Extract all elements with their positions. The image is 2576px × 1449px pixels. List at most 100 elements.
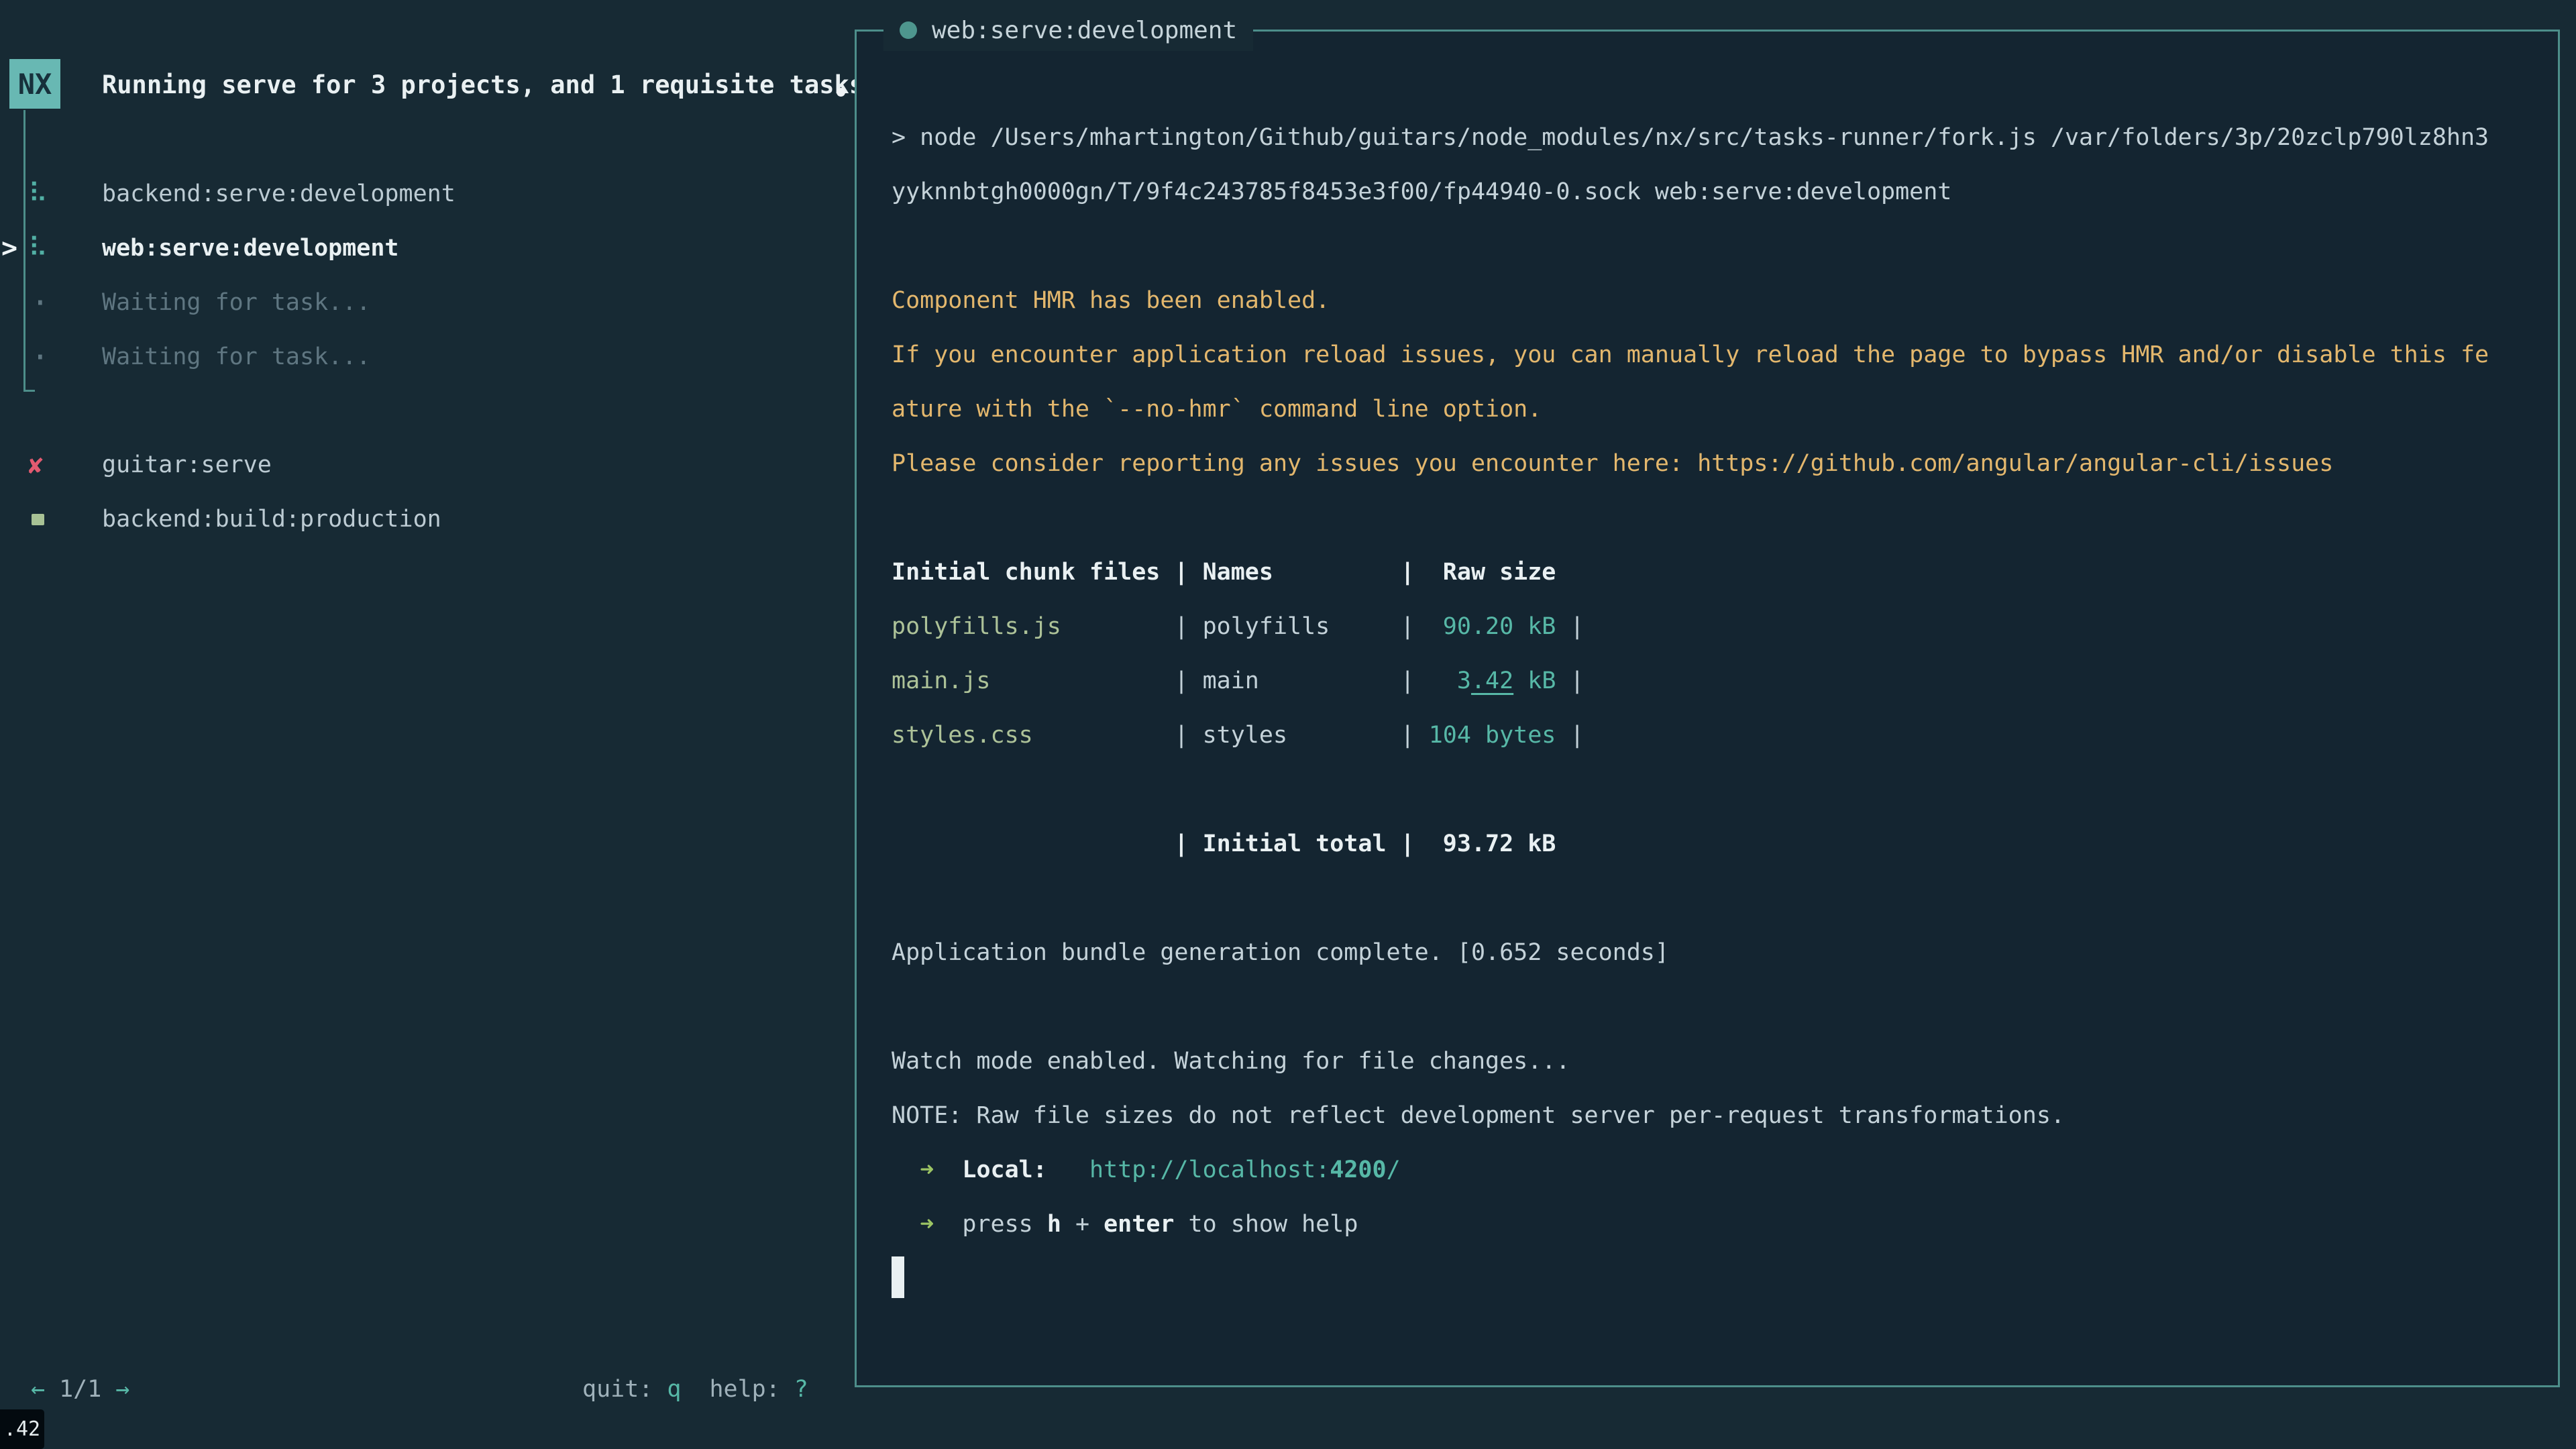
terminal-cursor [892,1256,904,1298]
task-row-backend-build-production[interactable]: backend:build:production [0,492,832,547]
terminal-line: Initial chunk files | Names | Raw size [892,545,2551,600]
text-segment: polyfills.js [892,613,1174,640]
terminal-line [892,491,2551,545]
text-segment: to show help [1174,1211,1358,1238]
text-segment: Local: [962,1157,1046,1183]
next-page-arrow-icon[interactable]: → [115,1376,129,1403]
text-segment: NOTE: Raw file sizes do not reflect deve… [892,1102,2065,1129]
task-label: backend:serve:development [102,167,455,221]
task-group-bracket-foot [23,390,35,392]
text-segment: 3 [1429,667,1471,694]
task-label: Waiting for task... [102,330,370,384]
task-label: backend:build:production [102,492,441,547]
text-segment: | [1556,722,1584,749]
output-panel: web:serve:development > node /Users/mhar… [855,30,2560,1387]
text-segment: Application bundle generation complete. … [892,939,1669,966]
text-segment: ➜ [920,1157,934,1183]
terminal-line: Application bundle generation complete. … [892,926,2551,980]
text-segment: Watch mode enabled. Watching for file ch… [892,1048,1570,1075]
prev-page-arrow-icon[interactable]: ← [31,1376,45,1403]
task-row-waiting-for-task-[interactable]: · Waiting for task... [0,330,832,384]
cross-icon: ✘ [28,438,43,492]
terminal-line: yyknnbtgh0000gn/T/9f4c243785f8453e3f00/f… [892,165,2551,219]
terminal-line: If you encounter application reload issu… [892,328,2551,382]
run-summary-title: Running serve for 3 projects, and 1 requ… [102,65,894,105]
terminal-line: | Initial total | 93.72 kB [892,817,2551,871]
task-label: Waiting for task... [102,276,370,330]
task-list-other: ✘ guitar:servebackend:build:production [0,438,832,547]
panel-output: > node /Users/mhartington/Github/guitars… [892,111,2551,1306]
pagination: ← 1/1 → [31,1362,129,1416]
dot-icon: · [31,276,50,330]
text-segment: 104 bytes [1429,722,1556,749]
terminal-line: NOTE: Raw file sizes do not reflect deve… [892,1089,2551,1143]
text-segment [934,1157,962,1183]
text-segment [892,1157,920,1183]
text-segment [1047,1157,1089,1183]
terminal-line [892,871,2551,926]
terminal-line [892,219,2551,274]
task-label: web:serve:development [102,221,399,276]
text-segment: | polyfills | [1174,613,1428,640]
task-list-running: ⠧ backend:serve:development >⠧ web:serve:de… [0,167,832,384]
local-url-slash[interactable]: / [1387,1157,1401,1183]
text-segment: kB [1513,667,1556,694]
text-segment: | main | [1174,667,1428,694]
task-row-guitar-serve[interactable]: ✘ guitar:serve [0,438,832,492]
keyboard-shortcuts: quit: q help: ? [582,1362,808,1416]
panel-title-text: web:serve:development [932,17,1237,44]
panel-title: web:serve:development [883,9,1253,51]
text-segment: press [934,1211,1047,1238]
text-segment: main.js [892,667,1174,694]
quit-label: quit: [582,1376,653,1403]
task-status-dot-icon [900,21,917,39]
terminal-line: Component HMR has been enabled. [892,274,2551,328]
text-segment: If you encounter application reload issu… [892,341,2489,368]
text-segment: Initial chunk files | Names | Raw size [892,559,1556,586]
text-segment: > node /Users/mhartington/Github/guitars… [892,124,2489,151]
terminal-line: Watch mode enabled. Watching for file ch… [892,1034,2551,1089]
terminal-line: main.js | main | 3.42 kB | [892,654,2551,708]
terminal-line [892,980,2551,1034]
text-segment: h [1047,1211,1061,1238]
task-row-waiting-for-task-[interactable]: · Waiting for task... [0,276,832,330]
text-segment [892,1211,920,1238]
text-segment: Component HMR has been enabled. [892,287,1330,314]
local-url-port[interactable]: 4200 [1330,1157,1386,1183]
text-segment: .42 [1471,667,1513,694]
text-segment: yyknnbtgh0000gn/T/9f4c243785f8453e3f00/f… [892,178,1951,205]
terminal-line: ➜ press h + enter to show help [892,1197,2551,1252]
task-row-web-serve-development[interactable]: >⠧ web:serve:development [0,221,832,276]
terminal-line: > node /Users/mhartington/Github/guitars… [892,111,2551,165]
text-segment: Please consider reporting any issues you… [892,450,2333,477]
spinner-icon: ⠧ [28,167,48,221]
mouse-pointer-dot [837,88,845,97]
text-segment: | [1556,613,1584,640]
dot-icon: · [31,330,50,384]
task-label: guitar:serve [102,438,272,492]
overlay-badge: .42 [0,1409,44,1449]
text-segment: | Initial total | 93.72 kB [892,830,1556,857]
terminal-line [892,763,2551,817]
selected-caret-icon: > [1,221,17,276]
page-indicator: 1/1 [59,1376,101,1403]
task-row-backend-serve-development[interactable]: ⠧ backend:serve:development [0,167,832,221]
spinner-icon: ⠧ [28,221,48,276]
text-segment: 90.20 kB [1429,613,1556,640]
terminal-line: polyfills.js | polyfills | 90.20 kB | [892,600,2551,654]
quit-key: q [667,1376,681,1403]
text-segment: | [1556,667,1584,694]
text-segment: + [1061,1211,1104,1238]
local-url-link[interactable]: http://localhost: [1089,1157,1330,1183]
square-icon [32,514,44,525]
nx-logo: NX [9,59,60,109]
terminal-line: ature with the `--no-hmr` command line o… [892,382,2551,437]
nx-tui-screen: NX Running serve for 3 projects, and 1 r… [0,0,2576,1449]
help-label: help: [709,1376,780,1403]
text-segment: enter [1104,1211,1174,1238]
terminal-line [892,1252,2551,1306]
terminal-line: Please consider reporting any issues you… [892,437,2551,491]
text-segment: | styles | [1174,722,1428,749]
help-key: ? [794,1376,808,1403]
terminal-line: styles.css | styles | 104 bytes | [892,708,2551,763]
